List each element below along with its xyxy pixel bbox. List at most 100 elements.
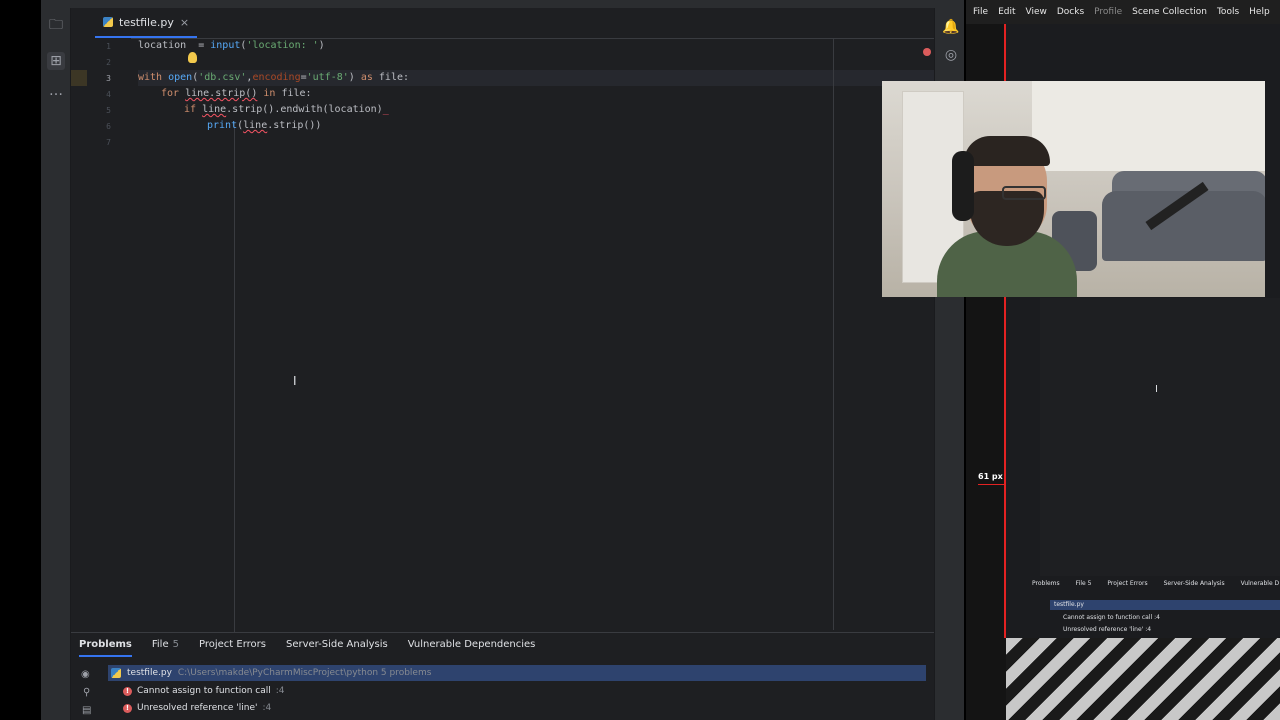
tab-testfile[interactable]: testfile.py ×	[95, 8, 198, 38]
mini-tab: Vulnerable D	[1240, 580, 1280, 587]
problem-item[interactable]: ! Cannot assign to function call :4	[123, 686, 285, 696]
code-token: with	[138, 72, 169, 83]
preview-editor-mirror: I	[1040, 298, 1280, 576]
problems-file-path: C:\Users\makde\PyCharmMiscProject\python…	[177, 668, 432, 678]
mini-tab: Problems	[1032, 580, 1060, 587]
error-icon: !	[123, 686, 132, 696]
ai-assistant-icon[interactable]: ◎	[942, 46, 960, 64]
text-cursor-icon: I	[1155, 384, 1158, 395]
code-token: 'utf-8'	[306, 72, 349, 83]
code-token: .strip())	[267, 120, 322, 131]
code-token: open	[168, 72, 193, 83]
code-token: print	[207, 120, 238, 131]
eye-icon[interactable]: ◉	[81, 669, 90, 680]
pixel-measure-label: 61 px	[978, 472, 1003, 481]
list-icon[interactable]: ▤	[82, 705, 91, 716]
structure-icon[interactable]: ⊞	[47, 52, 65, 70]
code-line-6: print(line.strip())	[207, 118, 321, 134]
mini-problem-item: Cannot assign to function call :4	[1063, 614, 1160, 621]
problems-file-name: testfile.py	[127, 668, 172, 678]
title-strip	[41, 0, 964, 8]
menu-file[interactable]: File	[973, 7, 988, 17]
line-number: 5	[106, 106, 111, 115]
problem-text: Unresolved reference 'line'	[137, 703, 258, 713]
code-token: .strip().endwith(location)	[226, 104, 383, 115]
obs-menu-bar: File Edit View Docks Profile Scene Colle…	[966, 0, 1280, 24]
code-token: line	[202, 104, 227, 115]
menu-edit[interactable]: Edit	[998, 7, 1015, 17]
mini-tab: File 5	[1075, 580, 1092, 587]
code-line-3: with open('db.csv',encoding='utf-8') as …	[138, 72, 410, 83]
ide-window: 🗀 ⊞ … testfile.py × 1 2 3 4 5 6 7 locati…	[41, 0, 964, 720]
code-token: encoding	[252, 72, 301, 83]
code-editor[interactable]: location = input('location: ') with open…	[138, 38, 934, 668]
tab-close-icon[interactable]: ×	[180, 16, 189, 29]
code-token: 'db.csv'	[198, 72, 247, 83]
tab-file[interactable]: File 5	[152, 639, 179, 657]
tab-vulnerable-dependencies[interactable]: Vulnerable Dependencies	[408, 639, 536, 657]
left-tool-strip: 🗀 ⊞ …	[41, 8, 71, 720]
code-line-1: location = input('location: ')	[138, 40, 325, 51]
code-line-4: for line.strip() in file:	[161, 86, 312, 102]
locked-source-stripes	[1006, 638, 1280, 720]
problems-tabs: Problems File 5 Project Errors Server-Sid…	[79, 639, 535, 657]
code-token: as	[360, 72, 373, 83]
problem-position: :4	[262, 703, 272, 713]
error-icon: !	[123, 703, 132, 713]
notifications-icon[interactable]: 🔔	[942, 18, 960, 36]
line-number: 2	[106, 58, 111, 67]
code-token: )	[318, 40, 325, 51]
menu-docks[interactable]: Docks	[1057, 7, 1084, 17]
menu-tools[interactable]: Tools	[1217, 7, 1239, 17]
problem-text: Cannot assign to function call	[137, 686, 271, 696]
code-token: 'location: '	[246, 40, 319, 51]
code-token: =	[186, 40, 211, 51]
webcam-person-hair	[964, 136, 1050, 166]
mini-problem-item: Unresolved reference 'line' :4	[1063, 626, 1152, 633]
menu-help[interactable]: Help	[1249, 7, 1270, 17]
code-token: file:	[281, 88, 312, 99]
current-line-marker	[71, 70, 87, 86]
webcam-glasses	[1002, 186, 1046, 200]
mini-file-row: testfile.py	[1050, 600, 1280, 610]
tab-label: Problems	[79, 639, 132, 650]
right-margin-guide	[833, 38, 834, 630]
code-token: in	[257, 88, 282, 99]
tab-project-errors[interactable]: Project Errors	[199, 639, 266, 657]
code-token: line	[243, 120, 268, 131]
problem-item[interactable]: ! Unresolved reference 'line' :4	[123, 703, 271, 713]
code-token: )	[348, 72, 361, 83]
code-line-5: if line.strip().endwith(location)_	[184, 102, 389, 118]
code-token: line.strip()	[185, 88, 258, 99]
tab-label: File	[151, 639, 169, 650]
python-file-icon	[103, 17, 113, 27]
mini-problems-tabs: Problems File 5 Project Errors Server-Si…	[1032, 580, 1280, 587]
pixel-measure-line	[978, 484, 1004, 485]
indent-guide	[234, 122, 235, 668]
mini-tab: Project Errors	[1107, 580, 1148, 587]
line-number: 4	[106, 90, 111, 99]
error-icon	[923, 48, 931, 56]
webcam-window-area	[1032, 81, 1265, 171]
webcam-headset	[952, 151, 974, 221]
line-number-gutter: 1 2 3 4 5 6 7	[71, 38, 131, 630]
tab-server-side-analysis[interactable]: Server-Side Analysis	[286, 639, 388, 657]
tab-filename: testfile.py	[119, 15, 174, 29]
mini-tab: Server-Side Analysis	[1163, 580, 1225, 587]
webcam-overlay	[882, 81, 1265, 297]
menu-scene-collection[interactable]: Scene Collection	[1132, 7, 1207, 17]
pin-icon[interactable]: ⚲	[83, 687, 90, 698]
project-folder-icon[interactable]: 🗀	[47, 16, 65, 34]
tab-problems[interactable]: Problems	[79, 639, 132, 657]
line-number: 6	[106, 122, 111, 131]
text-cursor-icon: I	[293, 374, 297, 388]
problems-panel: Problems File 5 Project Errors Server-Sid…	[71, 632, 934, 720]
line-number: 7	[106, 138, 111, 147]
problems-file-row[interactable]: testfile.py C:\Users\makde\PyCharmMiscPr…	[108, 665, 926, 681]
menu-profile[interactable]: Profile	[1094, 7, 1122, 17]
more-tools-icon[interactable]: …	[47, 82, 65, 100]
code-token: if	[184, 104, 203, 115]
problem-position: :4	[275, 686, 285, 696]
code-token: file:	[372, 72, 410, 83]
menu-view[interactable]: View	[1026, 7, 1047, 17]
